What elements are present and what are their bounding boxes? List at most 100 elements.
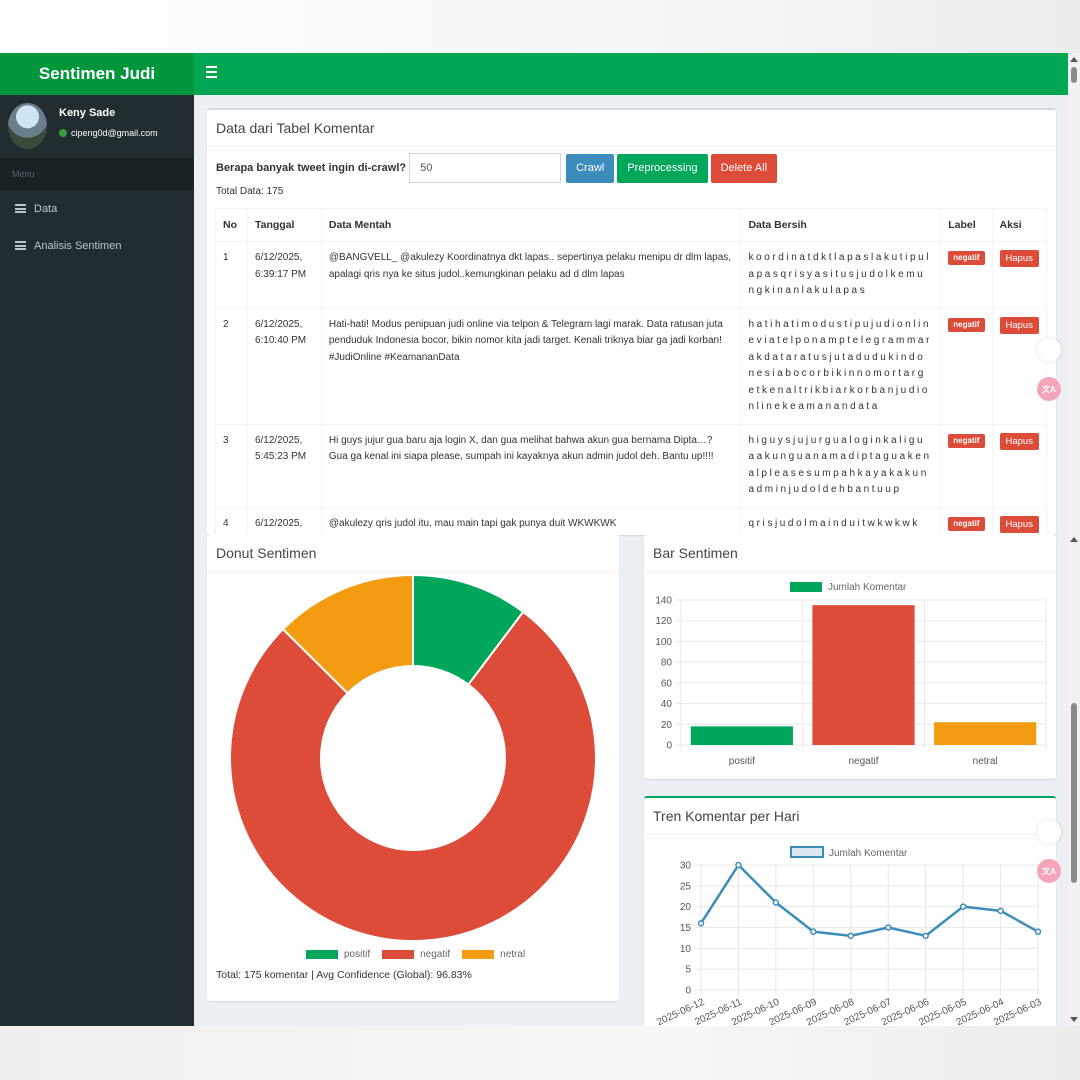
cell-label: negatif (940, 307, 993, 425)
legend-swatch (790, 582, 822, 592)
label-badge: negatif (948, 251, 985, 265)
cell-bersih: qrisjudolmainduitwkwkwk (740, 506, 942, 535)
legend-swatch (382, 950, 415, 959)
trend-chart-box: Tren Komentar per Hari Jumlah Komentar 0 5… (644, 796, 1056, 1026)
x-tick-label: negatif (848, 756, 878, 767)
column-header[interactable]: Data Bersih (740, 208, 942, 242)
y-tick-label: 0 (685, 986, 691, 997)
page-scrollbar[interactable] (1068, 53, 1080, 1026)
column-header[interactable]: Aksi (991, 208, 1047, 242)
y-tick-label: 140 (655, 596, 672, 607)
sidebar-item-label: Analisis Sentimen (34, 239, 122, 252)
cell-no: 1 (215, 241, 248, 309)
qr-icon[interactable] (1037, 338, 1061, 362)
column-header[interactable]: Label (940, 208, 993, 242)
user-name: Keny Sade (59, 107, 116, 119)
data-point (810, 928, 817, 935)
translate-icon[interactable]: 文A (1037, 377, 1061, 401)
y-tick-label: 60 (661, 678, 673, 689)
scroll-up-icon[interactable] (1070, 537, 1078, 542)
bar-chart: Jumlah Komentar 0 20 40 60 80 100 120 140 positif… (655, 582, 1047, 767)
scroll-thumb[interactable] (1071, 67, 1077, 83)
sidebar-item-label: Data (34, 202, 58, 215)
y-tick-label: 0 (666, 741, 672, 752)
online-status-icon (59, 129, 67, 137)
donut-legend: positif negatif netral (306, 949, 525, 960)
y-tick-label: 30 (680, 861, 692, 872)
y-tick-label: 20 (680, 902, 692, 913)
x-tick-label: netral (973, 756, 998, 767)
label-badge: negatif (948, 433, 985, 448)
cell-bersih: koordinatdktlapaslakutipulapasqrisyasitu… (740, 241, 942, 309)
data-point (922, 932, 929, 940)
scroll-up-icon[interactable] (1070, 57, 1078, 62)
legend-swatch (462, 950, 495, 959)
column-header[interactable]: Tanggal (246, 208, 322, 242)
crawl-form: Berapa banyak tweet ingin di-crawl? 50 C… (216, 153, 778, 183)
data-point (697, 920, 705, 927)
hapus-button[interactable]: Hapus (999, 515, 1039, 533)
cell-label: negatif (940, 423, 993, 508)
cell-mentah: Hati-hati! Modus penipuan judi online vi… (320, 307, 742, 425)
comments-table-box: Data dari Tabel Komentar Berapa banyak t… (207, 108, 1056, 535)
cell-aksi: Hapus (991, 241, 1047, 309)
hapus-button[interactable]: Hapus (999, 432, 1039, 450)
box-title: Bar Sentimen (644, 535, 1056, 572)
cell-aksi: Hapus (991, 423, 1047, 508)
user-panel: Keny Sade cipeng0d@gmail.com (0, 95, 194, 158)
y-tick-label: 40 (661, 699, 673, 710)
cell-no: 2 (215, 307, 248, 425)
cell-label: negatif (940, 241, 993, 309)
cell-bersih: hatihatimodustipujudionlineviatelponampt… (740, 307, 942, 425)
line-chart: Jumlah Komentar0510152025302025-06-12202… (655, 846, 1044, 1026)
data-point (1034, 928, 1042, 935)
list-icon (15, 204, 26, 213)
data-point (884, 924, 892, 931)
legend-swatch (790, 846, 824, 858)
legend-label[interactable]: netral (500, 949, 525, 960)
table-header-row: No Tanggal Data Mentah Data Bersih Label… (215, 208, 1047, 242)
hapus-button[interactable]: Hapus (999, 316, 1039, 334)
qr-icon[interactable] (1037, 820, 1061, 844)
brand-logo[interactable]: Sentimen Judi (0, 53, 194, 95)
box-title: Donut Sentimen (207, 535, 619, 572)
y-tick-label: 10 (680, 944, 692, 955)
box-title: Tren Komentar per Hari (644, 798, 1056, 835)
sidebar: Keny Sade cipeng0d@gmail.com Menu Data A… (0, 95, 194, 1026)
sidebar-item-analisis[interactable]: Analisis Sentimen (0, 227, 194, 264)
legend-label[interactable]: positif (344, 949, 370, 960)
table-row: 1 6/12/2025, 6:39:17 PM @BANGVELL_ @akul… (215, 241, 1047, 309)
cell-tanggal: 6/12/2025, 6:10:40 PM (246, 307, 322, 425)
cell-aksi: Hapus (991, 307, 1047, 425)
crawl-count-input[interactable]: 50 (409, 153, 562, 183)
y-tick-label: 100 (655, 637, 672, 648)
label-badge: negatif (948, 516, 985, 531)
legend-label: Jumlah Komentar (828, 582, 907, 593)
browser-bottom-area (0, 1026, 1080, 1080)
column-header[interactable]: No (215, 208, 248, 242)
data-point (735, 861, 742, 869)
crawl-label: Berapa banyak tweet ingin di-crawl? (216, 162, 407, 174)
data-point (772, 899, 780, 906)
preprocessing-button[interactable]: Preprocessing (617, 153, 708, 183)
hapus-button[interactable]: Hapus (999, 250, 1039, 267)
hamburger-icon[interactable] (206, 66, 217, 78)
translate-icon[interactable]: 文A (1037, 859, 1061, 883)
scroll-thumb[interactable] (1071, 703, 1077, 883)
cell-label: negatif (940, 506, 993, 535)
y-tick-label: 5 (685, 965, 691, 976)
sidebar-item-data[interactable]: Data (0, 190, 194, 227)
table-row: 2 6/12/2025, 6:10:40 PM Hati-hati! Modus… (215, 307, 1047, 425)
table-row: 4 6/12/2025, 5:33:11 PM @akulezy qris ju… (215, 506, 1047, 535)
cell-bersih: higuysjujurgualoginkaliguaakunguanamadip… (740, 423, 942, 508)
y-tick-label: 80 (661, 658, 673, 669)
crawl-button[interactable]: Crawl (566, 153, 615, 183)
column-header[interactable]: Data Mentah (320, 208, 742, 242)
y-tick-label: 25 (680, 881, 692, 892)
data-point (997, 907, 1004, 915)
cell-no: 3 (215, 423, 248, 508)
scroll-down-icon[interactable] (1070, 1017, 1078, 1022)
list-icon (15, 241, 26, 250)
delete-all-button[interactable]: Delete All (710, 153, 778, 183)
legend-label[interactable]: negatif (420, 949, 450, 960)
